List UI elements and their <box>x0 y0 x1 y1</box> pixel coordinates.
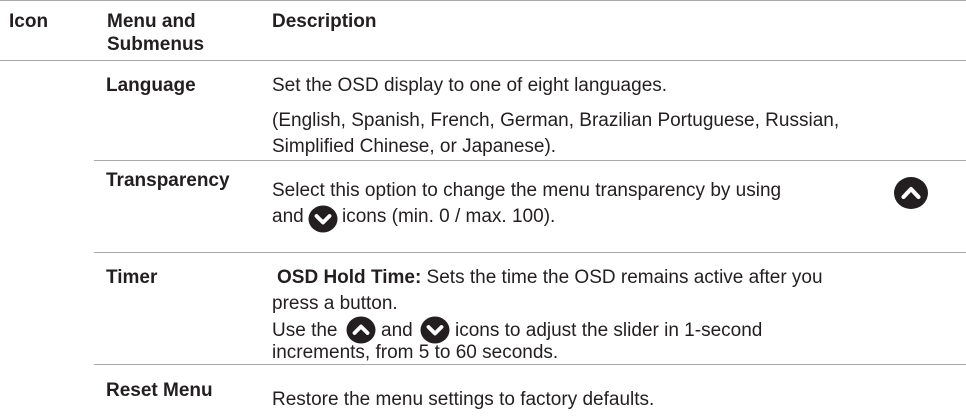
row-divider <box>94 160 966 161</box>
header-menu-column-line1: Menu and <box>107 11 196 32</box>
language-list-line1: (English, Spanish, French, German, Brazi… <box>272 110 840 131</box>
timer-description-line2: press a button. <box>272 293 398 314</box>
menu-item-reset-menu: Reset Menu <box>106 380 213 401</box>
chevron-up-circle-icon <box>893 176 929 210</box>
table-top-rule <box>0 0 966 1</box>
transparency-description-line2: icons (min. 0 / max. 100). <box>342 206 556 227</box>
transparency-description-line1: Select this option to change the menu tr… <box>272 180 782 201</box>
header-bottom-rule <box>0 60 966 61</box>
timer-description-line4: increments, from 5 to 60 seconds. <box>272 342 559 363</box>
header-icon-column: Icon <box>9 11 49 32</box>
language-description: Set the OSD display to one of eight lang… <box>272 75 668 96</box>
row-divider <box>94 252 966 253</box>
reset-menu-description: Restore the menu settings to factory def… <box>272 389 655 410</box>
menu-item-language: Language <box>106 75 196 96</box>
language-list-line2: Simplified Chinese, or Japanese). <box>272 136 557 157</box>
header-menu-column-line2: Submenus <box>107 34 205 55</box>
transparency-and-label: and <box>272 206 304 227</box>
osd-hold-time-text: Sets the time the OSD remains active aft… <box>421 267 823 288</box>
menu-item-timer: Timer <box>106 267 158 288</box>
menu-item-transparency: Transparency <box>106 170 230 191</box>
header-description-column: Description <box>272 11 377 32</box>
osd-hold-time-label: OSD Hold Time: <box>277 267 422 288</box>
timer-description-line1: OSD Hold Time: Sets the time the OSD rem… <box>277 265 823 291</box>
chevron-down-circle-icon <box>308 205 338 233</box>
